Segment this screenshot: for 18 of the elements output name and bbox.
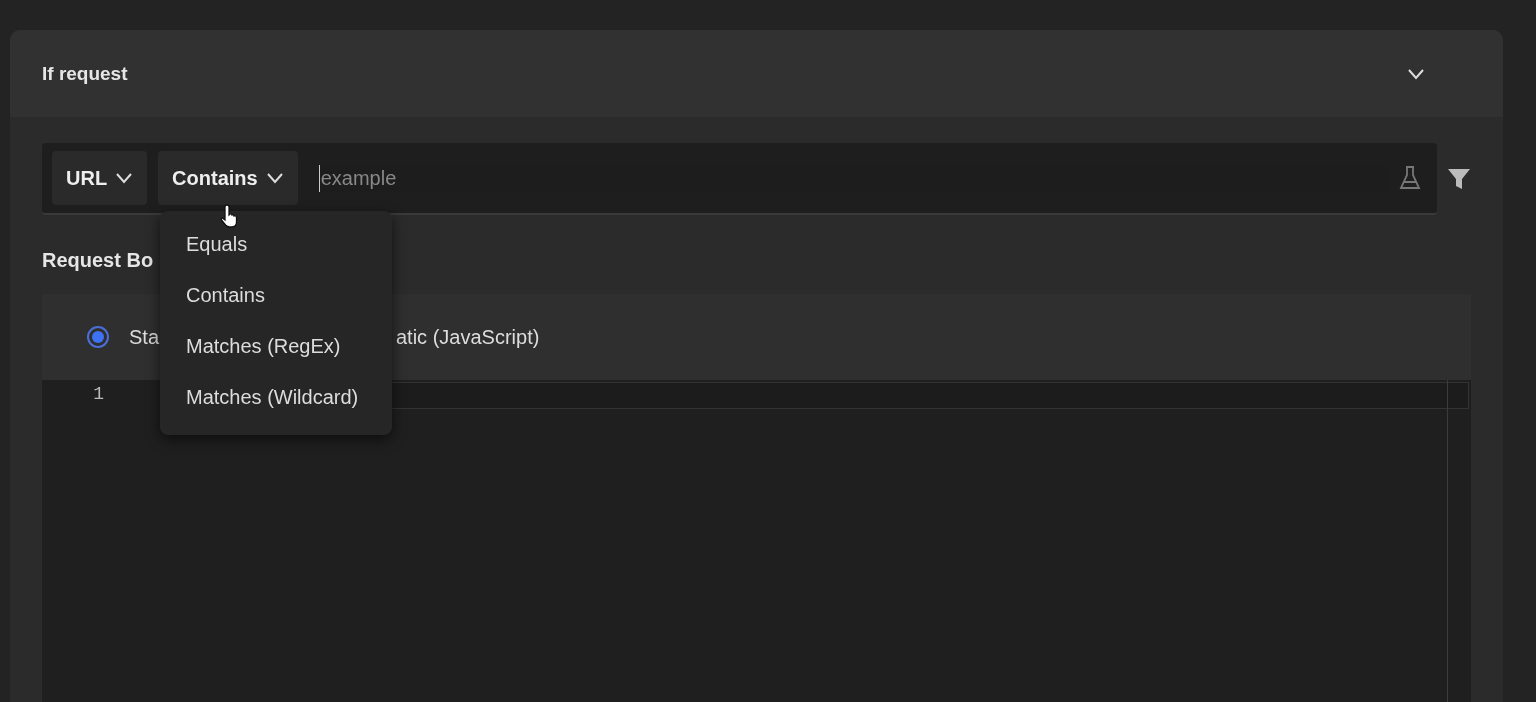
radio-label: atic (JavaScript) — [396, 325, 540, 349]
chevron-icon — [1407, 67, 1425, 80]
menu-item[interactable]: Equals — [160, 219, 392, 270]
menu-item[interactable]: Matches (RegEx) — [160, 321, 392, 372]
flask-icon — [1399, 165, 1421, 191]
operator-dropdown[interactable]: Contains — [158, 151, 298, 205]
radio-label: Sta — [129, 325, 160, 349]
filter-field[interactable]: URL Contains example — [42, 143, 1437, 215]
section-title: If request — [42, 62, 128, 85]
section-label: Request Bo — [42, 249, 155, 272]
caret-icon — [115, 172, 134, 184]
caret-icon — [265, 172, 284, 184]
section-header[interactable]: If request — [10, 30, 1503, 117]
menu-item[interactable]: Contains — [160, 270, 392, 321]
filter-icon[interactable] — [1447, 167, 1471, 191]
field-dropdown[interactable]: URL — [52, 151, 148, 205]
line-number: 1 — [92, 384, 104, 404]
radio-button[interactable] — [87, 326, 109, 348]
